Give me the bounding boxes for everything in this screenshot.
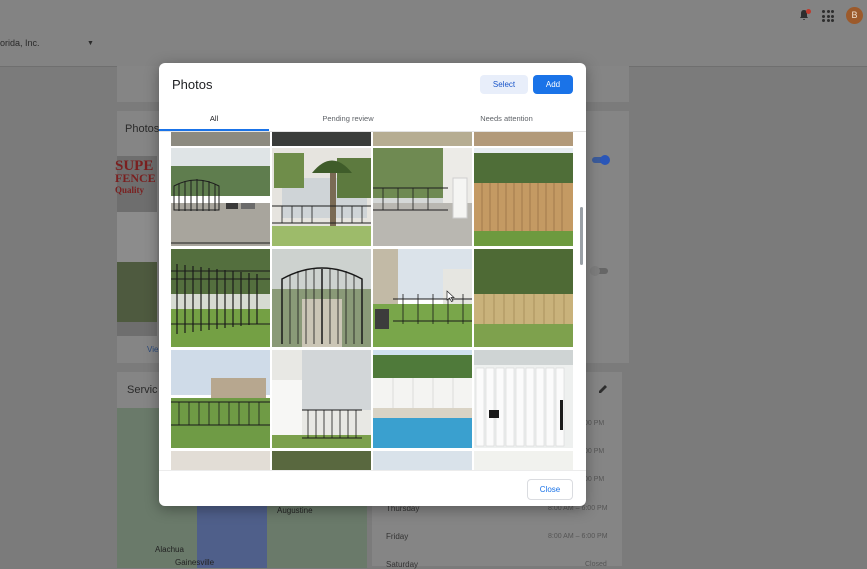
photo-black-rolling-gate-parking[interactable] bbox=[171, 148, 270, 246]
photo-palm-tree-porch-railing[interactable] bbox=[272, 148, 371, 246]
business-name-selector[interactable]: orida, Inc. bbox=[0, 38, 40, 48]
fence-company-logo: SUPE FENCE Quality bbox=[115, 156, 157, 336]
hours-time: 8:00 AM – 6:00 PM bbox=[548, 505, 608, 512]
photo-black-fence-houses[interactable] bbox=[373, 249, 472, 347]
scrollbar-track[interactable] bbox=[578, 132, 584, 470]
tab-pending-review[interactable]: Pending review bbox=[269, 106, 427, 131]
photo-tile-partial[interactable] bbox=[171, 451, 270, 470]
hours-time: Closed bbox=[585, 561, 607, 568]
photo-black-fence-lawn[interactable] bbox=[171, 249, 270, 347]
dialog-footer-divider bbox=[159, 470, 586, 471]
dialog-title: Photos bbox=[172, 77, 213, 92]
toggle-knob-off bbox=[590, 266, 600, 276]
photo-tile-partial[interactable] bbox=[272, 451, 371, 470]
photo-grid bbox=[171, 132, 575, 470]
photo-tile-partial[interactable] bbox=[373, 451, 472, 470]
close-button[interactable]: Close bbox=[527, 479, 573, 500]
photo-tile-partial[interactable] bbox=[474, 451, 573, 470]
hours-time: 8:00 AM – 6:00 PM bbox=[548, 533, 608, 540]
photo-tabs: All Pending review Needs attention bbox=[159, 106, 586, 132]
photo-porch-aluminum-railing[interactable] bbox=[373, 148, 472, 246]
photo-white-vinyl-fence-pool[interactable] bbox=[373, 350, 472, 448]
top-app-bar: orida, Inc. ▼ B bbox=[0, 0, 867, 67]
apps-grid-icon[interactable] bbox=[822, 10, 834, 22]
hours-day: Saturday bbox=[386, 560, 419, 569]
edit-pencil-icon[interactable] bbox=[598, 384, 608, 394]
photo-tile-partial[interactable] bbox=[373, 132, 472, 146]
select-button[interactable]: Select bbox=[480, 75, 528, 94]
view-photos-link[interactable]: Vie bbox=[147, 345, 158, 354]
avatar[interactable]: B bbox=[846, 7, 863, 24]
tab-needs-attention[interactable]: Needs attention bbox=[427, 106, 586, 131]
notification-badge bbox=[806, 9, 811, 14]
mouse-pointer-icon bbox=[446, 290, 455, 302]
photo-tile-partial[interactable] bbox=[171, 132, 270, 146]
active-tab-indicator bbox=[159, 129, 269, 131]
add-button[interactable]: Add bbox=[533, 75, 573, 94]
chevron-down-icon[interactable]: ▼ bbox=[87, 40, 94, 47]
hours-day: Friday bbox=[386, 532, 409, 541]
photo-tile-partial[interactable] bbox=[272, 132, 371, 146]
scrollbar-thumb[interactable] bbox=[580, 207, 583, 265]
photos-dialog: Photos Select Add All Pending review Nee… bbox=[159, 63, 586, 506]
photos-card-heading: Photos bbox=[125, 123, 160, 135]
photo-black-fence-white-house[interactable] bbox=[272, 350, 371, 448]
photo-tile-partial[interactable] bbox=[474, 132, 573, 146]
photo-white-vinyl-gate[interactable] bbox=[474, 350, 573, 448]
photo-wood-privacy-fence[interactable] bbox=[474, 148, 573, 246]
photo-black-fence-pond-house[interactable] bbox=[171, 350, 270, 448]
services-card-heading: Servic bbox=[127, 384, 158, 396]
photo-arched-black-gate-path[interactable] bbox=[272, 249, 371, 347]
photo-wood-picket-fence-yard[interactable] bbox=[474, 249, 573, 347]
toggle-knob bbox=[600, 155, 610, 165]
tab-all[interactable]: All bbox=[159, 106, 269, 131]
